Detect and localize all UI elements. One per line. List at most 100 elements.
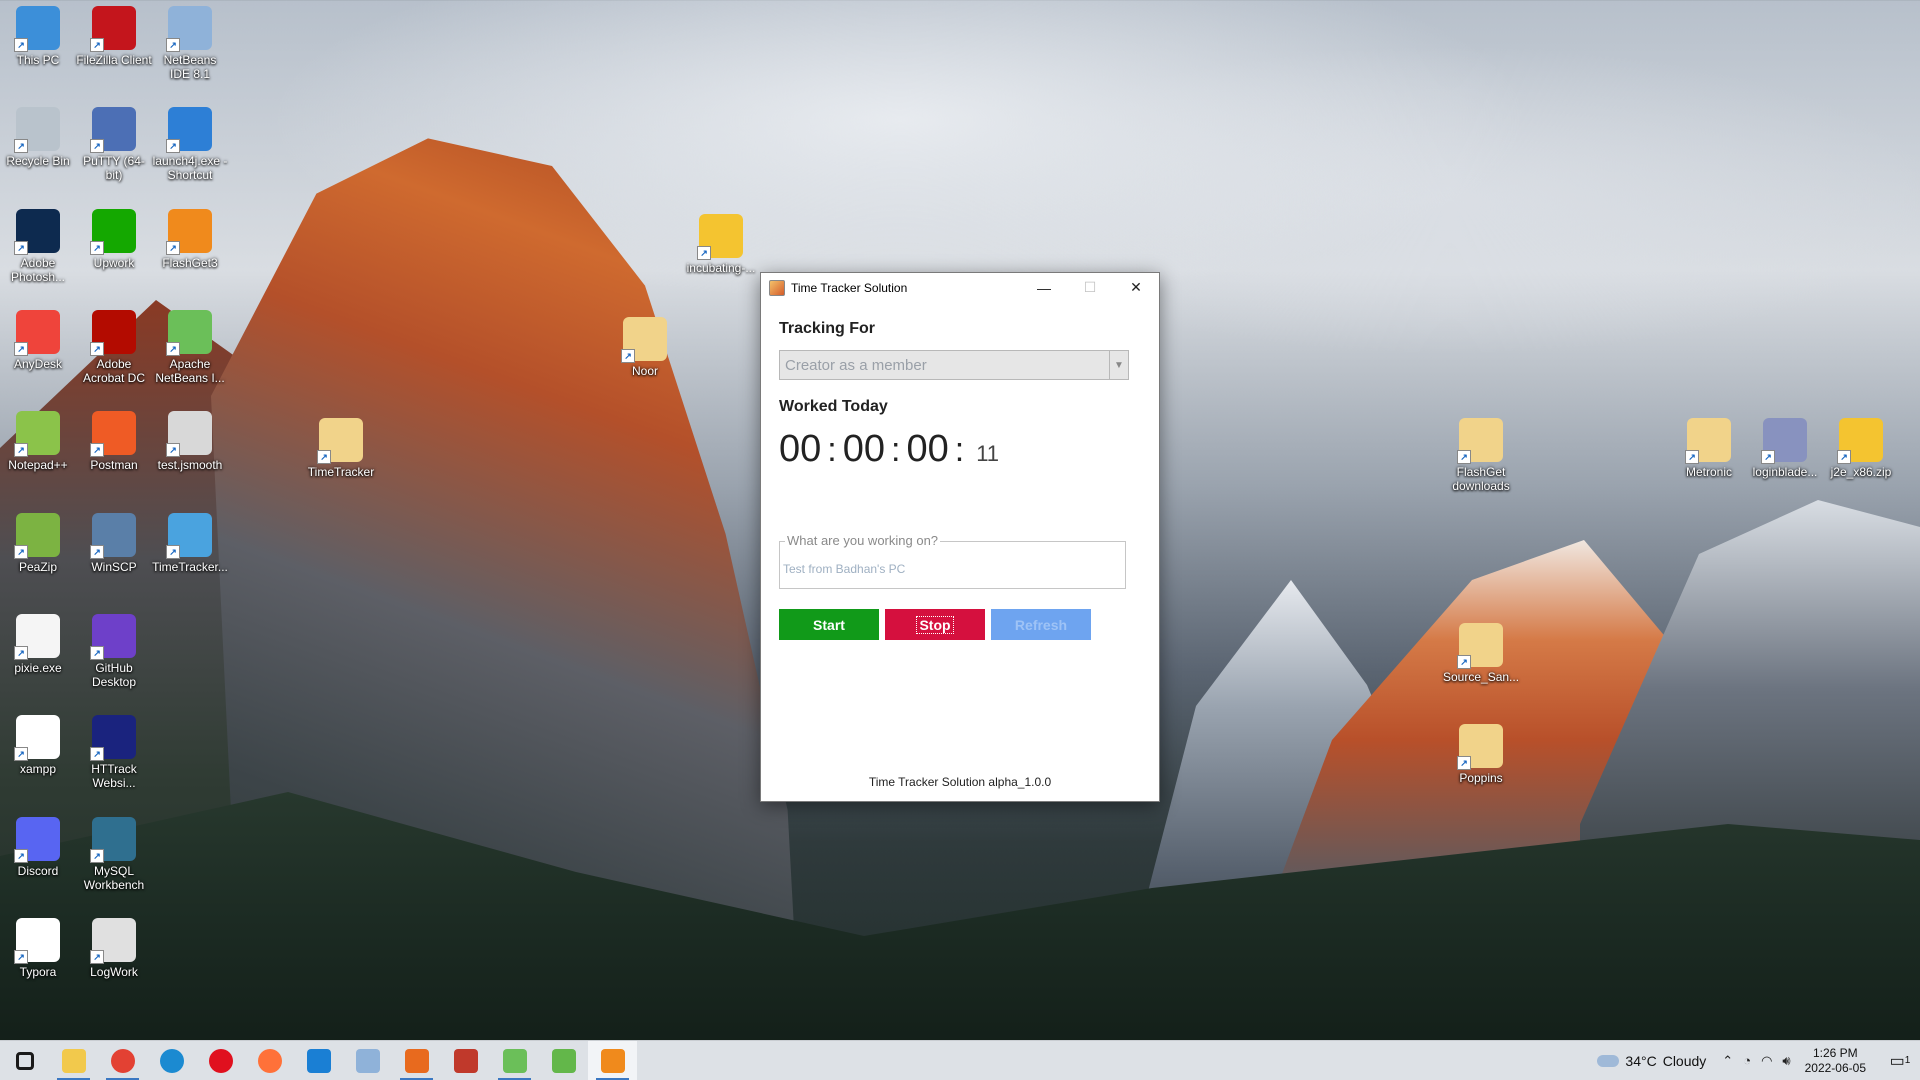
desktop-icon[interactable]: Apache NetBeans I...	[152, 310, 228, 385]
volume-icon[interactable]: 🔊︎	[1782, 1053, 1790, 1069]
desktop-icon[interactable]: Adobe Photosh...	[0, 209, 76, 284]
tray-icons: ⌃ ◔ ◠ 🔊︎	[1722, 1053, 1790, 1069]
postman-icon	[90, 411, 136, 457]
chevron-up-icon[interactable]: ⌃	[1722, 1053, 1733, 1069]
minimize-button[interactable]: —	[1021, 273, 1067, 302]
desktop-icon[interactable]: incubating-...	[683, 214, 759, 275]
desktop-icon-label: Notepad++	[8, 458, 68, 472]
desktop-icon[interactable]: j2e_x86.zip	[1823, 418, 1899, 479]
task-description-legend: What are you working on?	[785, 533, 941, 548]
desktop-icon[interactable]: test.jsmooth	[152, 411, 228, 472]
refresh-button-label: Refresh	[1014, 616, 1068, 633]
timer-separator: :	[891, 431, 901, 469]
timer-separator: :	[827, 431, 837, 469]
taskbar-time-tracker[interactable]	[588, 1040, 637, 1080]
desktop-icon[interactable]: Notepad++	[0, 411, 76, 472]
desktop-icon[interactable]: pixie.exe	[0, 614, 76, 675]
desktop-icon[interactable]: FlashGet3	[152, 209, 228, 270]
taskbar-file-explorer[interactable]	[49, 1041, 98, 1080]
stop-button[interactable]: Stop	[885, 609, 985, 640]
desktop-icon[interactable]: LogWork	[76, 918, 152, 979]
desktop-icon[interactable]: Discord	[0, 817, 76, 878]
desktop-icon[interactable]: AnyDesk	[0, 310, 76, 371]
desktop-icon-label: Source_San...	[1443, 670, 1520, 684]
desktop-icon[interactable]: HTTrack Websi...	[76, 715, 152, 790]
desktop-icon[interactable]: FlashGet downloads	[1443, 418, 1519, 493]
desktop-icon[interactable]: Adobe Acrobat DC	[76, 310, 152, 385]
desktop-icon[interactable]: Upwork	[76, 209, 152, 270]
system-tray: 34°C Cloudy ⌃ ◔ ◠ 🔊︎ 1:26 PM 2022-06-05 …	[1597, 1041, 1920, 1080]
winscp-icon	[90, 513, 136, 559]
network-icon[interactable]: ◔	[1743, 1053, 1751, 1069]
desktop-icon[interactable]: Metronic	[1671, 418, 1747, 479]
desktop-icon[interactable]: Source_San...	[1443, 623, 1519, 684]
desktop-icon[interactable]: launch4j.exe - Shortcut	[152, 107, 228, 182]
desktop-icon[interactable]: NetBeans IDE 8.1	[152, 6, 228, 81]
desktop-icon[interactable]: Postman	[76, 411, 152, 472]
zip-icon	[697, 214, 743, 260]
desktop-icon[interactable]: PuTTY (64-bit)	[76, 107, 152, 182]
desktop-icon[interactable]: PeaZip	[0, 513, 76, 574]
desktop-icon[interactable]: TimeTracker...	[152, 513, 228, 574]
desktop-icon[interactable]: This PC	[0, 6, 76, 67]
start-button[interactable]: Start	[779, 609, 879, 640]
desktop-icon[interactable]: Poppins	[1443, 724, 1519, 785]
timetracker-file-icon	[166, 513, 212, 559]
desktop-icon[interactable]: WinSCP	[76, 513, 152, 574]
putty-icon	[90, 107, 136, 153]
netbeans-icon	[355, 1048, 380, 1073]
notification-button[interactable]: ▭ 1	[1880, 1041, 1920, 1080]
upwork-icon	[90, 209, 136, 255]
taskbar-app-orange[interactable]	[392, 1041, 441, 1080]
chrome-icon	[110, 1048, 135, 1073]
close-icon: ✕	[1130, 279, 1142, 295]
task-description-value[interactable]: Test from Badhan's PC	[783, 562, 905, 576]
desktop-icon[interactable]: Typora	[0, 918, 76, 979]
desktop-icon[interactable]: loginblade...	[1747, 418, 1823, 479]
close-button[interactable]: ✕	[1113, 273, 1159, 302]
desktop-icon[interactable]: TimeTracker	[303, 418, 379, 479]
clock[interactable]: 1:26 PM 2022-06-05	[1805, 1046, 1866, 1076]
desktop-icon-label: FileZilla Client	[76, 53, 152, 67]
maximize-icon: ☐	[1083, 279, 1097, 295]
taskbar-chrome[interactable]	[98, 1041, 147, 1080]
vscode-icon	[306, 1048, 331, 1073]
desktop-icon-label: AnyDesk	[13, 357, 63, 371]
wifi-icon[interactable]: ◠	[1761, 1053, 1772, 1069]
anydesk-icon	[14, 310, 60, 356]
desktop-icon[interactable]: FileZilla Client	[76, 6, 152, 67]
taskbar-opera[interactable]	[196, 1041, 245, 1080]
refresh-button[interactable]: Refresh	[991, 609, 1091, 640]
firefox-icon	[257, 1048, 282, 1073]
taskbar-apache-netbeans[interactable]	[539, 1041, 588, 1080]
desktop-icon[interactable]: Noor	[607, 317, 683, 378]
desktop-icon-label: TimeTracker	[307, 465, 375, 479]
desktop-icon[interactable]: GitHub Desktop	[76, 614, 152, 689]
desktop-icon[interactable]: MySQL Workbench	[76, 817, 152, 892]
folder-icon	[1457, 418, 1503, 464]
taskbar-edge[interactable]	[147, 1041, 196, 1080]
computer-icon	[14, 6, 60, 52]
taskbar-app-diamond[interactable]	[490, 1041, 539, 1080]
taskbar-firefox[interactable]	[245, 1041, 294, 1080]
apache-netbeans-icon	[551, 1048, 576, 1073]
recycle-bin-icon	[14, 107, 60, 153]
desktop-icon[interactable]: xampp	[0, 715, 76, 776]
taskbar-netbeans[interactable]	[343, 1041, 392, 1080]
desktop-icon-label: Poppins	[1459, 771, 1503, 785]
filezilla-icon	[90, 6, 136, 52]
desktop-icon-label: incubating-...	[686, 261, 756, 275]
weather-text: Cloudy	[1662, 1052, 1707, 1069]
maximize-button[interactable]: ☐	[1067, 273, 1113, 302]
task-description-field[interactable]: What are you working on? Test from Badha…	[779, 533, 1126, 589]
folder-icon	[1457, 623, 1503, 669]
weather-widget[interactable]: 34°C Cloudy	[1597, 1053, 1706, 1069]
version-footer: Time Tracker Solution alpha_1.0.0	[868, 775, 1052, 789]
taskbar-start-button[interactable]	[0, 1041, 49, 1080]
window-titlebar[interactable]: Time Tracker Solution — ☐ ✕	[761, 273, 1159, 302]
chevron-down-icon[interactable]: ▼	[1109, 351, 1128, 379]
tracking-for-dropdown[interactable]: Creator as a member ▼	[779, 350, 1129, 380]
desktop-icon[interactable]: Recycle Bin	[0, 107, 76, 168]
taskbar-vscode[interactable]	[294, 1041, 343, 1080]
taskbar-java-app[interactable]	[441, 1041, 490, 1080]
